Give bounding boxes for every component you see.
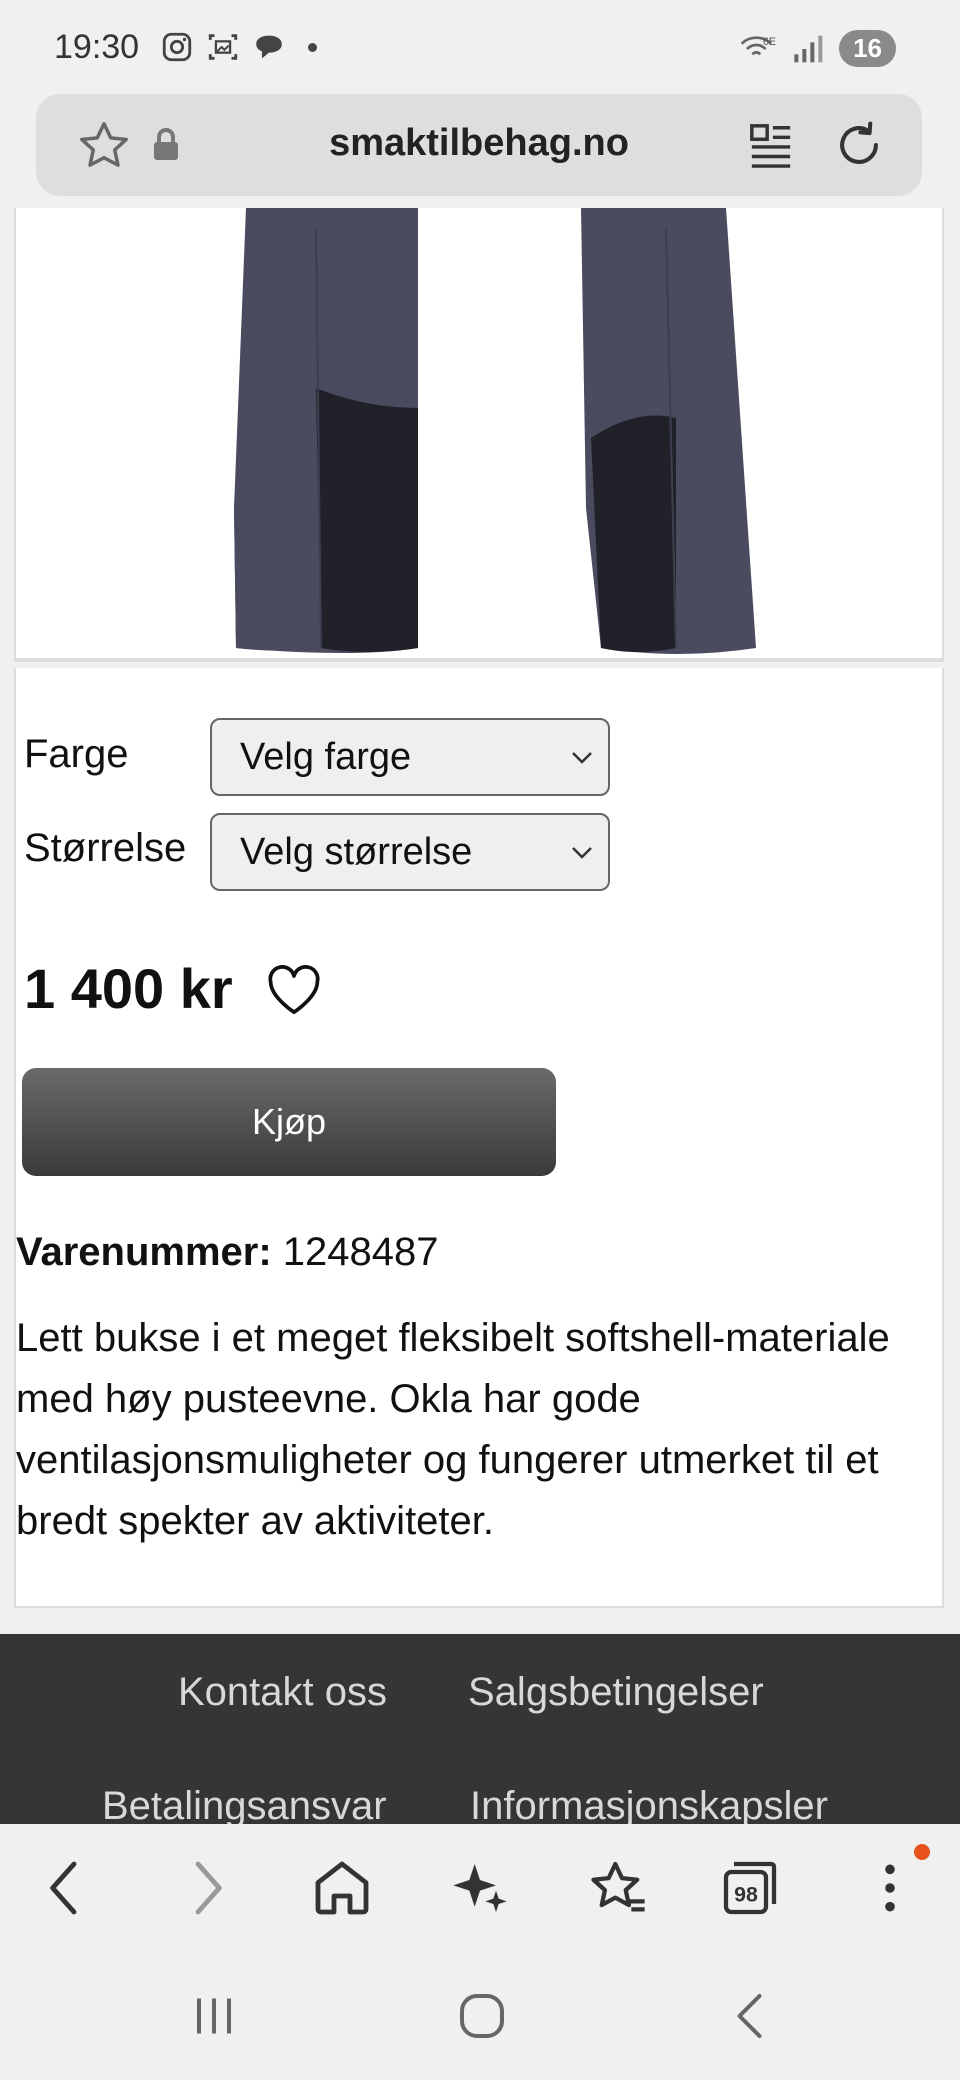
home-circle-icon [460,1994,504,2038]
status-bar: 19:30 6E 16 [0,0,960,96]
gallery-icon [208,34,238,60]
menu-icon [885,1864,895,1912]
notification-dot [308,42,317,52]
tabs-button[interactable]: 98 [718,1856,782,1920]
size-select[interactable]: Velg størrelse [210,813,610,891]
battery-indicator: 16 [839,30,896,67]
tabs-icon: 98 [723,1861,777,1915]
product-details: Farge Velg farge Størrelse Velg størrels… [14,668,944,1608]
footer-link-contact[interactable]: Kontakt oss [178,1670,387,1715]
web-page: Farge Velg farge Størrelse Velg størrels… [0,208,960,1824]
reload-icon[interactable] [832,118,886,172]
reader-mode-icon[interactable] [748,120,794,170]
recents-icon [197,1998,231,2034]
browser-toolbar: 98 [0,1824,960,1952]
back-icon [50,1861,77,1915]
instagram-icon [162,32,192,62]
heart-icon[interactable] [266,964,322,1016]
size-label: Størrelse [24,826,187,870]
forward-icon [195,1861,222,1915]
color-label: Farge [24,732,129,776]
home-icon [315,1861,369,1915]
footer-link-cookies[interactable]: Informasjonskapsler [470,1784,828,1824]
product-image[interactable] [14,208,944,662]
chat-icon [256,35,282,59]
tabs-count: 98 [734,1882,758,1906]
wifi-6e-icon: 6E [740,36,776,55]
footer-link-terms[interactable]: Salgsbetingelser [468,1670,764,1715]
svg-text:6E: 6E [763,36,776,48]
chevron-down-icon [572,752,592,764]
product-description: Lett bukse i et meget fleksibelt softshe… [16,1316,890,1543]
recents-button[interactable] [184,1986,244,2046]
sku-line: Varenummer: 1248487 [16,1230,439,1275]
ai-button[interactable] [448,1856,512,1920]
site-footer: Kontakt oss Salgsbetingelser Betalingsan… [0,1634,960,1824]
color-select[interactable]: Velg farge [210,718,610,796]
system-nav-bar [0,1952,960,2080]
bookmarks-button[interactable] [586,1856,650,1920]
chevron-down-icon [572,847,592,859]
menu-button[interactable] [858,1856,922,1920]
sku-label: Varenummer: [16,1230,272,1274]
back-nav-icon [737,1994,762,2038]
bookmarks-icon [591,1861,645,1912]
sparkle-icon [453,1864,507,1912]
menu-notification-dot [914,1844,930,1860]
back-nav-button[interactable] [722,1986,782,2046]
status-time: 19:30 [54,28,140,66]
buy-button[interactable]: Kjøp [22,1068,556,1176]
home-nav-button[interactable] [452,1986,512,2046]
footer-link-payment[interactable]: Betalingsansvar [102,1784,387,1824]
forward-button[interactable] [174,1856,238,1920]
product-price: 1 400 kr [24,957,233,1020]
home-button[interactable] [310,1856,374,1920]
sku-value: 1248487 [282,1230,439,1274]
address-bar[interactable]: smaktilbehag.no [36,94,922,196]
pants-image [234,208,756,654]
back-button[interactable] [34,1856,98,1920]
signal-icon [794,35,823,62]
